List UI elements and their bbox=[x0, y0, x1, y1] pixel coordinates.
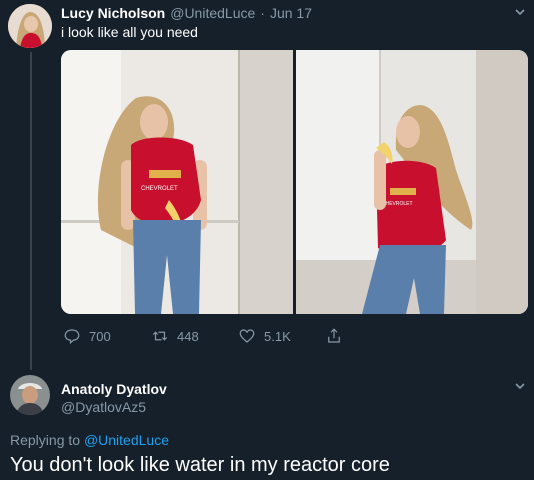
reply-icon bbox=[64, 329, 80, 345]
reply-author-name[interactable]: Anatoly Dyatlov bbox=[61, 381, 167, 397]
avatar-image bbox=[8, 4, 52, 48]
like-icon bbox=[239, 329, 255, 343]
reply-chevron-down-icon[interactable] bbox=[514, 380, 526, 395]
shirt-text-2: CHEVROLET bbox=[382, 201, 413, 207]
tweet-date[interactable]: Jun 17 bbox=[270, 5, 312, 21]
share-action[interactable] bbox=[325, 327, 343, 345]
author-name[interactable]: Lucy Nicholson bbox=[61, 5, 165, 21]
replying-to-handle[interactable]: @UnitedLuce bbox=[84, 432, 169, 448]
retweet-icon bbox=[152, 331, 168, 341]
like-action[interactable]: 5.1K bbox=[238, 327, 291, 345]
reply-author-handle[interactable]: @DyatlovAz5 bbox=[61, 399, 146, 415]
replying-to: Replying to @UnitedLuce bbox=[10, 432, 169, 448]
shirt-text-1: CHEVROLET bbox=[141, 186, 178, 192]
tweet-header: Lucy Nicholson @UnitedLuce · Jun 17 bbox=[61, 5, 312, 21]
retweet-action[interactable]: 448 bbox=[151, 327, 199, 345]
tweet-text: i look like all you need bbox=[61, 24, 198, 40]
replying-to-label: Replying to bbox=[10, 432, 81, 448]
reply-author-avatar[interactable] bbox=[10, 375, 50, 415]
reply-action[interactable]: 700 bbox=[63, 327, 111, 345]
tweet-image-2[interactable]: CHEVROLET bbox=[296, 50, 528, 314]
like-count: 5.1K bbox=[264, 328, 291, 344]
author-avatar[interactable] bbox=[8, 4, 52, 48]
reply-avatar-image bbox=[10, 375, 50, 415]
chevron-down-icon[interactable] bbox=[514, 6, 526, 21]
dot-separator: · bbox=[260, 5, 265, 21]
tweet-image-1[interactable]: CHEVROLET bbox=[61, 50, 293, 314]
retweet-count: 448 bbox=[177, 328, 199, 344]
author-handle[interactable]: @UnitedLuce bbox=[170, 5, 255, 21]
thread-line bbox=[30, 52, 32, 370]
reply-count: 700 bbox=[89, 328, 111, 344]
reply-text: You don't look like water in my reactor … bbox=[10, 454, 390, 476]
share-icon bbox=[328, 328, 340, 343]
